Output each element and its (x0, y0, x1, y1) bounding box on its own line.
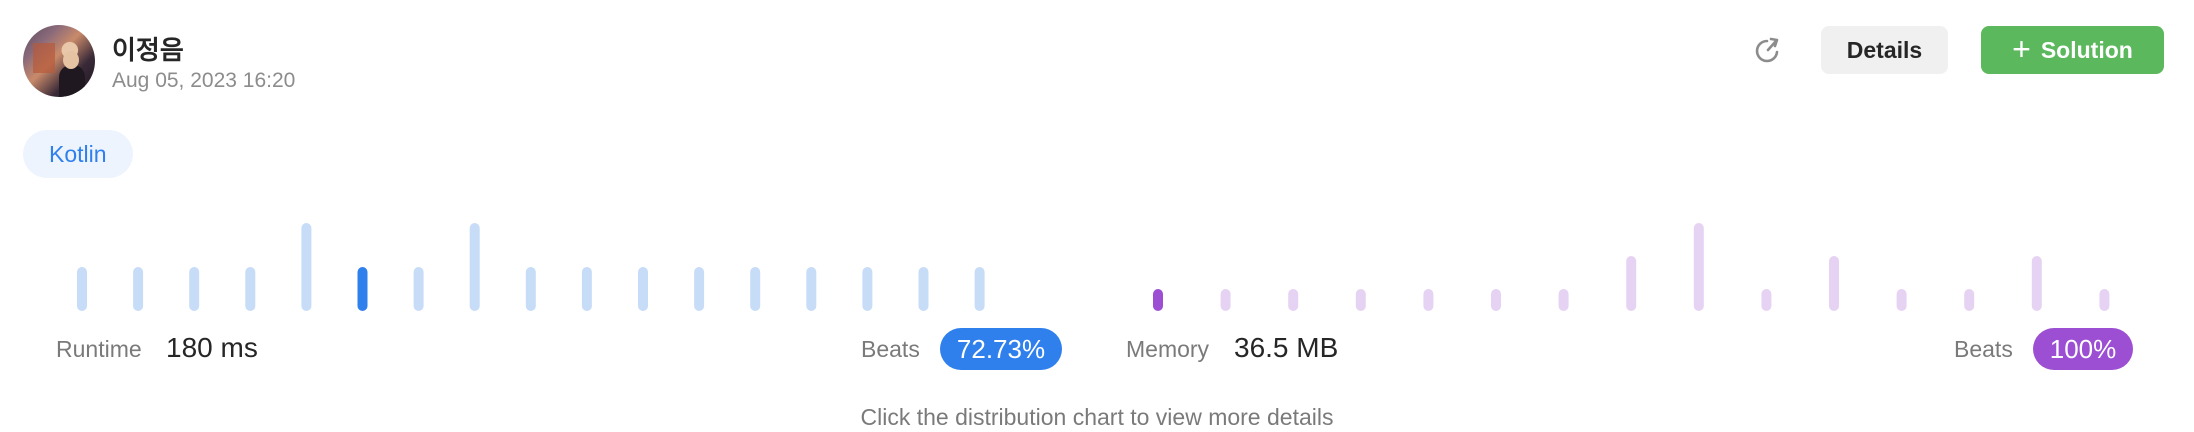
memory-distribution-bar[interactable] (1355, 289, 1366, 311)
memory-distribution-bar[interactable] (1491, 289, 1501, 311)
runtime-label: Runtime (56, 336, 142, 362)
memory-beats-value: 100% (2049, 333, 2117, 364)
memory-distribution-chart[interactable] (0, 210, 2194, 316)
details-button-label: Details (1846, 36, 1923, 63)
memory-distribution-bar[interactable] (1829, 256, 1839, 311)
memory-distribution-bar[interactable] (1626, 256, 1637, 311)
memory-beats-badge: 100% (2033, 328, 2133, 370)
language-label: Kotlin (49, 140, 107, 167)
runtime-beats-label: Beats (861, 336, 920, 362)
plus-icon: + (2012, 30, 2031, 67)
memory-distribution-bar[interactable] (1693, 223, 1704, 311)
memory-distribution-bar[interactable] (2031, 256, 2042, 311)
memory-value: 36.5 MB (1234, 332, 1339, 363)
chart-hint: Click the distribution chart to view mor… (860, 404, 1334, 430)
solution-button[interactable]: + Solution (1981, 26, 2164, 74)
details-button[interactable]: Details (1821, 26, 1948, 74)
refresh-icon[interactable] (1751, 35, 1783, 67)
memory-distribution-bar[interactable] (1761, 289, 1772, 311)
language-tag: Kotlin (23, 130, 133, 178)
memory-label: Memory (1126, 336, 1210, 362)
avatar[interactable] (23, 25, 95, 97)
username[interactable]: 이정음 (112, 30, 184, 67)
memory-distribution-bar[interactable] (1153, 289, 1163, 311)
solution-button-label: Solution (2040, 36, 2133, 63)
memory-distribution-bar[interactable] (1288, 289, 1299, 311)
submission-datetime: Aug 05, 2023 16:20 (112, 69, 296, 92)
memory-distribution-bar[interactable] (1896, 289, 1907, 311)
memory-distribution-bar[interactable] (2099, 289, 2110, 311)
avatar-photo-detail (33, 43, 55, 73)
memory-beats-label: Beats (1954, 336, 2013, 362)
memory-distribution-bar[interactable] (1423, 289, 1434, 311)
runtime-beats-badge: 72.73% (940, 328, 1062, 370)
runtime-beats-value: 72.73% (956, 333, 1046, 364)
avatar-photo-detail (63, 51, 79, 69)
memory-distribution-bar[interactable] (1558, 289, 1569, 311)
avatar-photo-detail (59, 65, 85, 97)
memory-distribution-bar[interactable] (1220, 289, 1231, 311)
memory-distribution-bar[interactable] (1964, 289, 1975, 311)
runtime-value: 180 ms (166, 332, 258, 363)
